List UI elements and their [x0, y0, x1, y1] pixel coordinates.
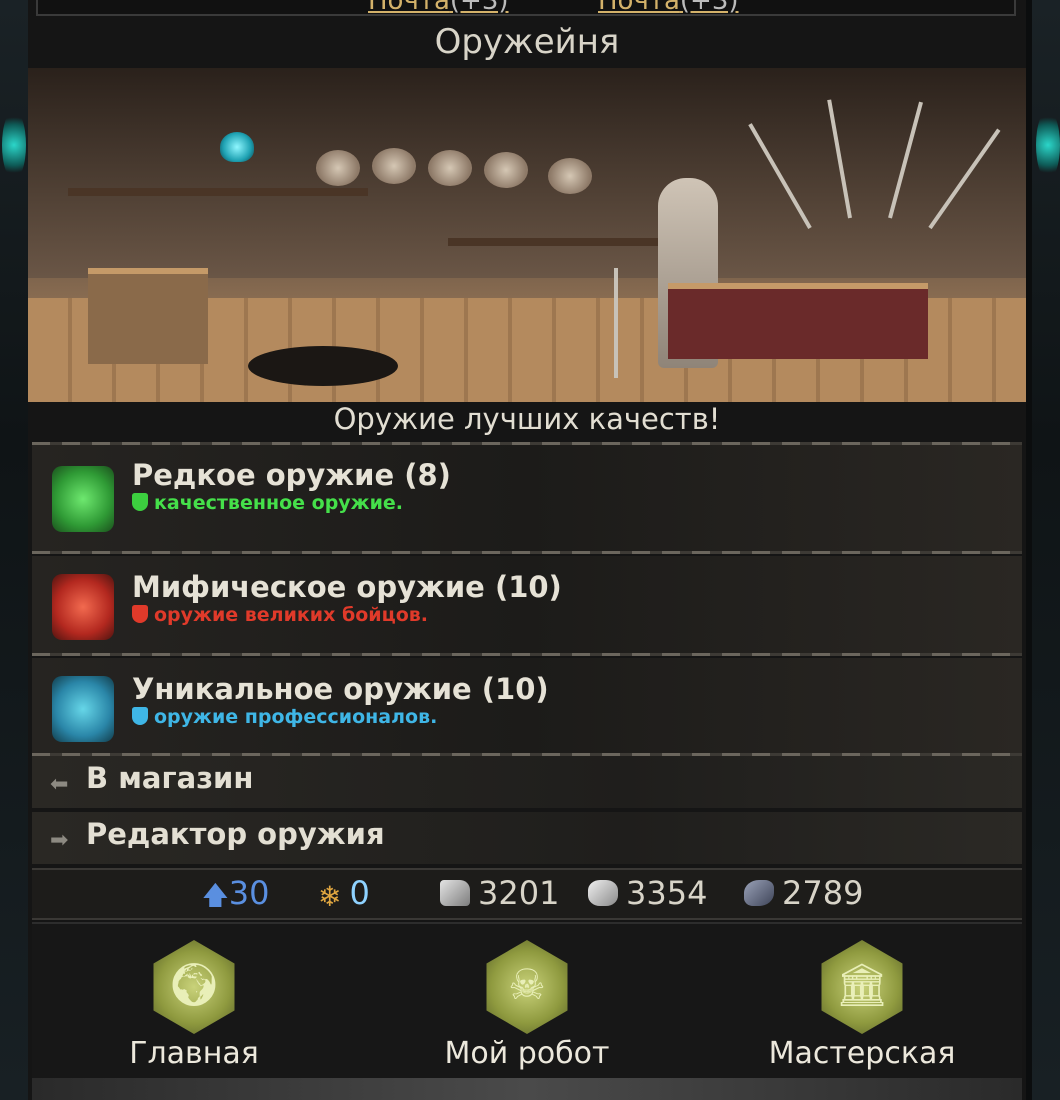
nav-home[interactable]: 🌍︎ Главная [44, 924, 344, 1078]
armory-scene-image [28, 68, 1026, 402]
scene-table [668, 283, 928, 359]
snowflake-value: 0 [349, 874, 370, 912]
left-decor [0, 0, 28, 1100]
ore-resource: 3201 [440, 874, 559, 912]
divider [32, 653, 1022, 656]
scene-counter [88, 268, 208, 364]
crystal-resource: 3354 [588, 874, 707, 912]
weapon-editor-link-label[interactable]: Редактор оружия [86, 817, 385, 851]
nav-my-robot-label[interactable]: Мой робот [377, 1036, 677, 1071]
category-description: оружие профессионалов. [132, 706, 437, 728]
mail-link-2-label[interactable]: Почта [598, 0, 680, 14]
level-value: 30 [228, 874, 270, 912]
arrow-left-icon: ⬅ [50, 772, 69, 797]
bottom-nav: 🌍︎ Главная ☠ Мой робот 🏛︎ Мастерская [32, 922, 1022, 1078]
mail-link-label[interactable]: Почта [368, 0, 450, 14]
shield-decor [484, 152, 528, 188]
weapon-editor-link[interactable]: ➡ Редактор оружия [32, 812, 1022, 864]
divider [32, 442, 1022, 445]
mail-link-2[interactable]: Почта(+3) [598, 0, 739, 16]
eye-glow [2, 110, 26, 180]
divider [32, 551, 1022, 554]
rock-resource: 2789 [744, 874, 863, 912]
level-resource: 🡅30 [202, 874, 269, 921]
page-title: Оружейня [434, 22, 620, 62]
rare-weapon-icon [52, 466, 114, 532]
right-decor [1032, 0, 1060, 1100]
shield-decor [548, 158, 592, 194]
unique-weapon-icon [52, 676, 114, 742]
snowflake-icon: ❄ [318, 880, 342, 913]
skull-icon[interactable]: ☠ [486, 940, 568, 1034]
nav-my-robot[interactable]: ☠ Мой робот [377, 924, 677, 1078]
snowflake-resource: ❄ 0 [318, 874, 370, 913]
mythic-weapon-icon [52, 574, 114, 640]
crystal-icon [588, 880, 618, 906]
category-description-text: оружие великих бойцов. [154, 604, 428, 626]
resource-bar: 🡅30 ❄ 0 3201 3354 2789 [32, 868, 1022, 920]
top-bar: Почта(+3) Почта(+3) [36, 0, 1016, 16]
category-description-text: качественное оружие. [154, 492, 404, 514]
shield-decor [372, 148, 416, 184]
red-shield-icon [132, 605, 148, 623]
subtitle: Оружие лучших качеств! [333, 402, 721, 436]
green-shield-icon [132, 493, 148, 511]
category-rare[interactable]: Редкое оружие (8) качественное оружие. [32, 442, 1022, 554]
arrow-right-icon: ➡ [50, 828, 69, 853]
category-description: оружие великих бойцов. [132, 604, 428, 626]
footer-strip [32, 1078, 1022, 1100]
crystal-value: 3354 [626, 874, 708, 912]
ore-icon [440, 880, 470, 906]
level-up-arrow-icon: 🡅 [202, 881, 229, 911]
mail-count-2: (+3) [679, 0, 739, 16]
globe-icon[interactable]: 🌍︎ [153, 940, 235, 1034]
category-unique[interactable]: Уникальное оружие (10) оружие профессион… [32, 658, 1022, 756]
scene-shelf [68, 188, 368, 196]
nav-workshop[interactable]: 🏛︎ Мастерская [712, 924, 1012, 1078]
ore-value: 3201 [478, 874, 560, 912]
nav-home-label[interactable]: Главная [44, 1036, 344, 1071]
mail-link[interactable]: Почта(+3) [368, 0, 509, 16]
main-content: Почта(+3) Почта(+3) Оружейня Оружие лучш… [28, 0, 1026, 1100]
category-description-text: оружие профессионалов. [154, 706, 438, 728]
building-icon[interactable]: 🏛︎ [821, 940, 903, 1034]
eye-glow [1036, 110, 1060, 180]
scene-shelf [448, 238, 668, 246]
shop-link[interactable]: ⬅ В магазин [32, 756, 1022, 808]
shield-decor [428, 150, 472, 186]
lamp-icon [220, 132, 254, 162]
rock-icon [744, 880, 774, 906]
rock-value: 2789 [782, 874, 864, 912]
blue-shield-icon [132, 707, 148, 725]
sword-decor [614, 268, 618, 378]
category-mythic[interactable]: Мифическое оружие (10) оружие великих бо… [32, 556, 1022, 656]
scene-rug [248, 346, 398, 386]
category-name[interactable]: Уникальное оружие (10) [132, 672, 549, 706]
shop-link-label[interactable]: В магазин [86, 761, 253, 795]
category-name[interactable]: Редкое оружие (8) [132, 458, 451, 492]
mail-count: (+3) [449, 0, 509, 16]
category-name[interactable]: Мифическое оружие (10) [132, 570, 562, 604]
category-description: качественное оружие. [132, 492, 403, 514]
nav-workshop-label[interactable]: Мастерская [712, 1036, 1012, 1071]
shield-decor [316, 150, 360, 186]
